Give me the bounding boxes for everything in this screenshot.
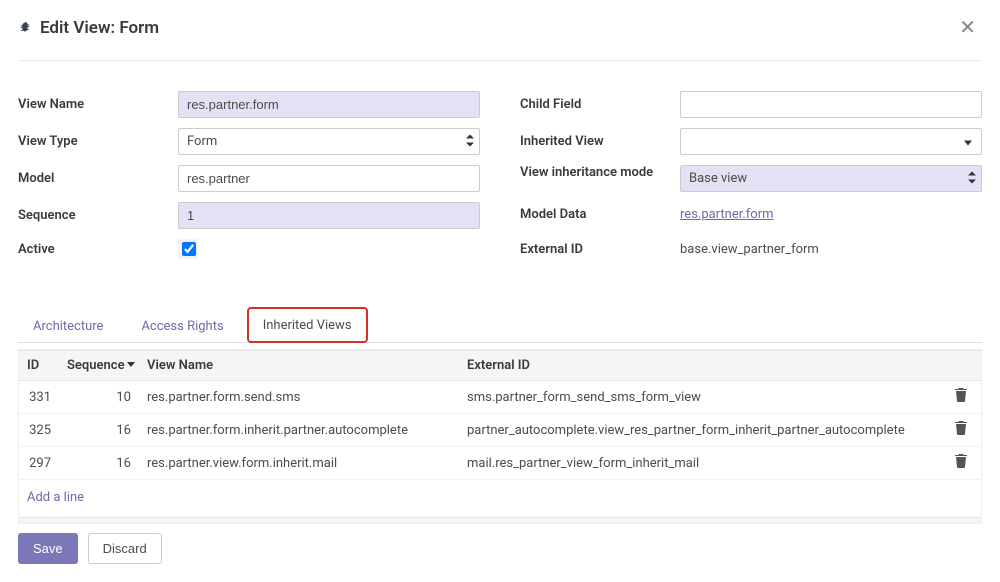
inherited-views-table: ID Sequence View Name External ID 331 10… <box>18 349 982 524</box>
model-data-link[interactable]: res.partner.form <box>680 202 982 227</box>
cell-id: 297 <box>19 456 59 471</box>
form-body: View Name View Type Form Model <box>18 61 982 524</box>
sort-desc-icon <box>127 360 135 371</box>
active-checkbox-cell <box>178 239 198 259</box>
inherited-view-label: Inherited View <box>520 134 680 149</box>
model-input[interactable] <box>178 165 480 192</box>
table-header: ID Sequence View Name External ID <box>19 350 981 381</box>
trash-icon <box>955 421 967 435</box>
discard-button[interactable]: Discard <box>88 533 162 564</box>
inheritance-mode-label: View inheritance mode <box>520 165 680 180</box>
active-label: Active <box>18 242 178 257</box>
view-type-select[interactable]: Form <box>178 128 480 155</box>
table-row[interactable]: 297 16 res.partner.view.form.inherit.mai… <box>19 447 981 480</box>
col-external-id[interactable]: External ID <box>459 358 941 373</box>
child-field-input[interactable] <box>680 91 982 118</box>
trash-icon <box>955 388 967 402</box>
tab-architecture[interactable]: Architecture <box>18 309 118 342</box>
view-type-label: View Type <box>18 134 178 149</box>
scroll-hint <box>19 517 981 523</box>
cell-name: res.partner.view.form.inherit.mail <box>139 456 459 471</box>
cell-ext: sms.partner_form_send_sms_form_view <box>459 390 941 405</box>
col-sequence[interactable]: Sequence <box>59 358 139 373</box>
dialog-footer: Save Discard <box>18 533 162 564</box>
external-id-value: base.view_partner_form <box>680 237 982 262</box>
cell-name: res.partner.form.send.sms <box>139 390 459 405</box>
table-row[interactable]: 331 10 res.partner.form.send.sms sms.par… <box>19 381 981 414</box>
col-sequence-label: Sequence <box>67 358 125 373</box>
form-left-column: View Name View Type Form Model <box>18 91 480 272</box>
model-data-label: Model Data <box>520 207 680 222</box>
external-id-label: External ID <box>520 242 680 257</box>
child-field-label: Child Field <box>520 97 680 112</box>
form-right-column: Child Field Inherited View View inherita… <box>520 91 982 272</box>
dialog-header: Edit View: Form ✕ <box>18 0 982 61</box>
cell-id: 325 <box>19 423 59 438</box>
save-button[interactable]: Save <box>18 533 78 564</box>
cell-name: res.partner.form.inherit.partner.autocom… <box>139 423 459 438</box>
sequence-label: Sequence <box>18 208 178 223</box>
col-id[interactable]: ID <box>19 358 59 373</box>
edit-view-dialog: Edit View: Form ✕ View Name View Type Fo… <box>0 0 1000 524</box>
close-button[interactable]: ✕ <box>953 14 982 42</box>
cell-seq: 16 <box>59 423 139 438</box>
sequence-input[interactable] <box>178 202 480 229</box>
close-icon: ✕ <box>959 17 976 39</box>
active-checkbox[interactable] <box>182 242 196 256</box>
inherited-view-input[interactable] <box>680 128 982 155</box>
bug-icon <box>18 21 32 35</box>
table-row[interactable]: 325 16 res.partner.form.inherit.partner.… <box>19 414 981 447</box>
cell-ext: partner_autocomplete.view_res_partner_fo… <box>459 423 941 438</box>
add-line-button[interactable]: Add a line <box>19 480 981 517</box>
delete-row-button[interactable] <box>941 421 981 439</box>
view-name-input[interactable] <box>178 91 480 118</box>
trash-icon <box>955 454 967 468</box>
inheritance-mode-select[interactable]: Base view <box>680 165 982 192</box>
tab-access-rights[interactable]: Access Rights <box>126 309 238 342</box>
delete-row-button[interactable] <box>941 454 981 472</box>
cell-seq: 10 <box>59 390 139 405</box>
cell-id: 331 <box>19 390 59 405</box>
dialog-title: Edit View: Form <box>40 18 159 38</box>
col-view-name[interactable]: View Name <box>139 358 459 373</box>
tabs: Architecture Access Rights Inherited Vie… <box>18 306 982 343</box>
model-label: Model <box>18 171 178 186</box>
view-name-label: View Name <box>18 97 178 112</box>
cell-seq: 16 <box>59 456 139 471</box>
cell-ext: mail.res_partner_view_form_inherit_mail <box>459 456 941 471</box>
delete-row-button[interactable] <box>941 388 981 406</box>
tab-inherited-views[interactable]: Inherited Views <box>247 307 368 343</box>
